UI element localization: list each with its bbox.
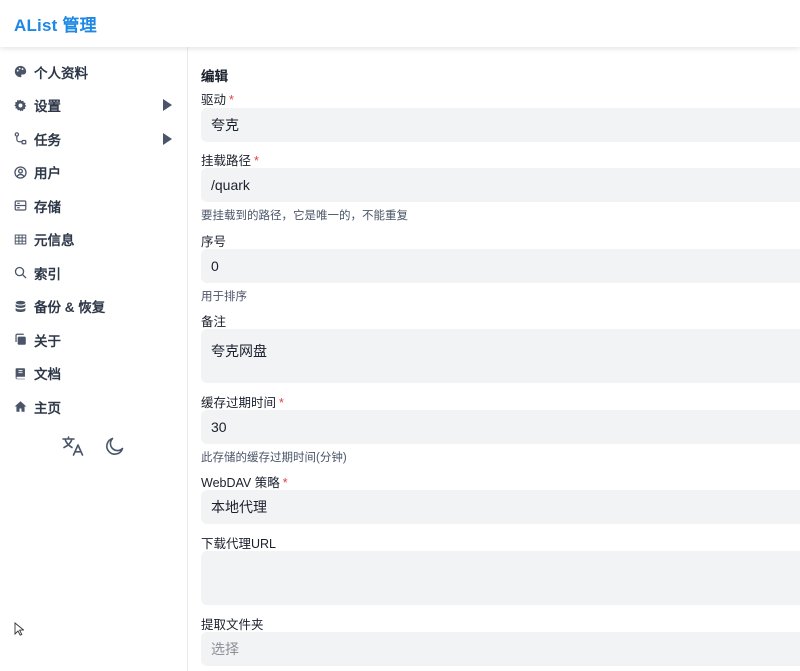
user-circle-icon bbox=[13, 165, 27, 179]
sidebar-item-label: 设置 bbox=[34, 99, 61, 115]
main-content: 编辑 驱动 * 夸克 挂载路径 * /quark 要挂载到的路径，它是唯一的，不能重… bbox=[189, 47, 800, 671]
download-proxy-url-textarea[interactable] bbox=[201, 551, 800, 605]
sidebar-item-home[interactable]: 主页 bbox=[0, 390, 187, 424]
order-input[interactable]: 0 bbox=[201, 249, 800, 283]
cache-expiration-label: 缓存过期时间 * bbox=[201, 396, 284, 410]
app-title: AList 管理 bbox=[14, 16, 97, 35]
sidebar-item-tasks[interactable]: 任务 bbox=[0, 122, 187, 156]
driver-select[interactable]: 夸克 bbox=[201, 108, 800, 142]
mount-path-label: 挂载路径 * bbox=[201, 154, 259, 168]
sidebar-item-metas[interactable]: 元信息 bbox=[0, 223, 187, 257]
sidebar-tools bbox=[60, 433, 128, 459]
meta-grid-icon bbox=[13, 232, 27, 246]
copy-icon bbox=[13, 333, 27, 347]
sidebar-item-docs[interactable]: 文档 bbox=[0, 357, 187, 391]
search-icon bbox=[13, 266, 27, 280]
sidebar-item-backup-restore[interactable]: 备份 & 恢复 bbox=[0, 290, 187, 324]
database-icon bbox=[13, 299, 27, 313]
cache-expiration-input[interactable]: 30 bbox=[201, 410, 800, 444]
mouse-pointer-icon bbox=[14, 622, 25, 641]
sidebar: 个人资料 设置 任务 用户 存储 元信息 索引 备份 & 恢复 关于 文档 主页 bbox=[0, 47, 188, 671]
moon-icon[interactable] bbox=[102, 433, 128, 459]
sidebar-item-label: 个人资料 bbox=[34, 65, 88, 81]
storage-icon bbox=[13, 199, 27, 213]
book-icon bbox=[13, 366, 27, 380]
sidebar-item-label: 备份 & 恢复 bbox=[34, 300, 106, 316]
top-bar: AList 管理 bbox=[0, 0, 800, 47]
order-help: 用于排序 bbox=[201, 291, 247, 303]
sidebar-item-label: 文档 bbox=[34, 367, 61, 383]
mount-path-help: 要挂载到的路径，它是唯一的，不能重复 bbox=[201, 210, 408, 222]
sidebar-item-label: 主页 bbox=[34, 400, 61, 416]
form-heading: 编辑 bbox=[201, 69, 228, 84]
sidebar-item-label: 索引 bbox=[34, 266, 61, 282]
extract-folder-select[interactable]: 选择 bbox=[201, 632, 800, 666]
cache-expiration-help: 此存储的缓存过期时间(分钟) bbox=[201, 452, 347, 464]
translate-icon[interactable] bbox=[60, 433, 86, 459]
sidebar-item-about[interactable]: 关于 bbox=[0, 323, 187, 357]
sidebar-item-label: 关于 bbox=[34, 333, 61, 349]
mount-path-input[interactable]: /quark bbox=[201, 168, 800, 202]
sidebar-item-profile[interactable]: 个人资料 bbox=[0, 55, 187, 89]
sidebar-item-label: 元信息 bbox=[34, 233, 75, 249]
driver-label: 驱动 * bbox=[201, 93, 234, 107]
chevron-right-icon[interactable] bbox=[163, 99, 172, 112]
home-icon bbox=[13, 400, 27, 414]
extract-folder-label: 提取文件夹 bbox=[201, 618, 264, 632]
remark-textarea[interactable]: 夸克网盘 bbox=[201, 329, 800, 383]
webdav-policy-select[interactable]: 本地代理 bbox=[201, 490, 800, 524]
palette-icon bbox=[13, 65, 27, 79]
chevron-right-icon[interactable] bbox=[163, 132, 172, 145]
webdav-policy-label: WebDAV 策略 * bbox=[201, 476, 288, 490]
sidebar-nav: 个人资料 设置 任务 用户 存储 元信息 索引 备份 & 恢复 关于 文档 主页 bbox=[0, 47, 187, 424]
sidebar-item-indexes[interactable]: 索引 bbox=[0, 256, 187, 290]
sidebar-item-label: 任务 bbox=[34, 132, 61, 148]
sidebar-item-label: 用户 bbox=[34, 166, 61, 182]
workflow-icon bbox=[13, 132, 27, 146]
download-proxy-url-label: 下载代理URL bbox=[201, 537, 277, 551]
sidebar-item-settings[interactable]: 设置 bbox=[0, 89, 187, 123]
order-label: 序号 bbox=[201, 235, 227, 249]
sidebar-item-storages[interactable]: 存储 bbox=[0, 189, 187, 223]
sidebar-item-users[interactable]: 用户 bbox=[0, 156, 187, 190]
sidebar-item-label: 存储 bbox=[34, 199, 61, 215]
remark-label: 备注 bbox=[201, 315, 227, 329]
gear-icon bbox=[13, 98, 27, 112]
